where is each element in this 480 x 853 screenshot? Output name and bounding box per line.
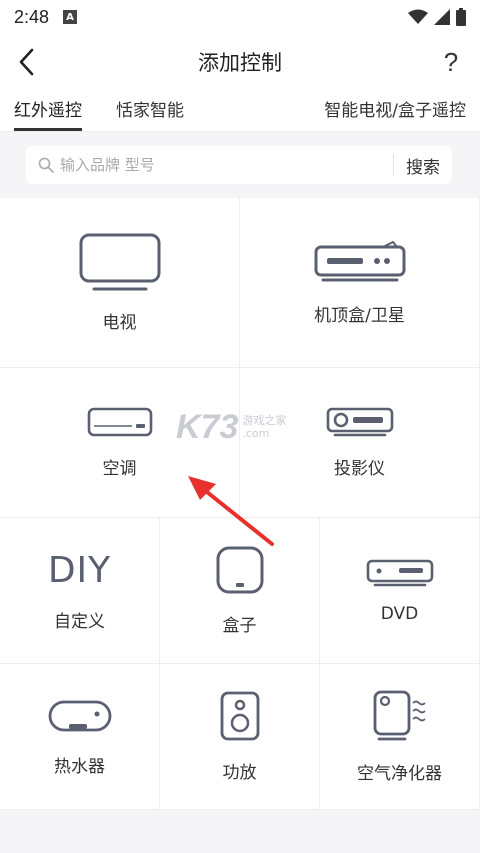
dvd-icon	[366, 559, 433, 586]
diy-icon: DIY	[47, 549, 112, 591]
box-icon	[216, 546, 263, 594]
help-button[interactable]: ?	[436, 44, 466, 80]
back-button[interactable]	[0, 34, 52, 90]
device-label: 功放	[222, 763, 257, 783]
tab-bar: 红外遥控 恬家智能 智能电视/盒子遥控	[0, 90, 480, 132]
device-label: 电视	[102, 313, 137, 333]
device-grid-top: 电视 机顶盒/卫星 空调 投影仪	[0, 198, 480, 518]
search-box: 搜索	[26, 146, 452, 184]
device-label: 投影仪	[334, 459, 385, 479]
content-area: 搜索 电视 机顶盒	[0, 132, 480, 853]
device-label: 热水器	[54, 757, 105, 777]
status-bar: 2:48 A	[0, 0, 480, 34]
speaker-icon	[220, 691, 259, 741]
search-input[interactable]	[60, 156, 381, 174]
title-bar: 添加控制 ?	[0, 34, 480, 90]
set-top-box-icon	[314, 240, 405, 282]
watermark-domain: .com	[242, 426, 270, 440]
search-area: 搜索	[0, 132, 480, 198]
status-icons	[408, 8, 466, 26]
tab-ir-remote[interactable]: 红外遥控	[14, 96, 82, 131]
tab-smart-tv-remote[interactable]: 智能电视/盒子遥控	[324, 96, 466, 131]
watermark-logo: K73	[176, 408, 239, 446]
device-label: 自定义	[54, 611, 105, 632]
device-set-top-box[interactable]: 机顶盒/卫星	[240, 198, 480, 368]
device-label: DVD	[380, 603, 419, 624]
status-time: 2:48	[14, 6, 50, 27]
notification-icon: A	[63, 10, 78, 24]
search-icon	[38, 157, 54, 173]
device-air-purifier[interactable]: 空气净化器	[320, 664, 480, 810]
back-arrow-icon	[19, 48, 34, 76]
projector-icon	[326, 407, 393, 437]
device-water-heater[interactable]: 热水器	[0, 664, 160, 810]
device-label: 空气净化器	[357, 764, 442, 784]
air-purifier-icon	[373, 690, 426, 741]
air-conditioner-icon	[87, 407, 152, 437]
device-amplifier[interactable]: 功放	[160, 664, 320, 810]
watermark-text: 游戏之家 .com	[242, 415, 286, 439]
device-grid-bottom: DIY 自定义 盒子 DVD 热水器 功放 空气净化器	[0, 518, 480, 810]
page-title: 添加控制	[198, 51, 282, 75]
device-label: 机顶盒/卫星	[314, 306, 405, 326]
device-label: 盒子	[222, 616, 257, 636]
device-dvd[interactable]: DVD	[320, 518, 480, 664]
device-box[interactable]: 盒子	[160, 518, 320, 664]
signal-icon	[434, 9, 450, 25]
search-divider	[393, 154, 394, 176]
battery-icon	[456, 8, 466, 26]
tv-icon	[79, 233, 160, 291]
watermark: K73 游戏之家 .com	[176, 408, 286, 447]
device-tv[interactable]: 电视	[0, 198, 240, 368]
search-button[interactable]: 搜索	[406, 153, 440, 178]
device-diy[interactable]: DIY 自定义	[0, 518, 160, 664]
water-heater-icon	[48, 700, 111, 732]
watermark-site: 游戏之家	[242, 414, 287, 428]
device-label: 空调	[102, 459, 137, 479]
wifi-icon	[408, 9, 428, 24]
tab-smart-home[interactable]: 恬家智能	[116, 96, 184, 131]
